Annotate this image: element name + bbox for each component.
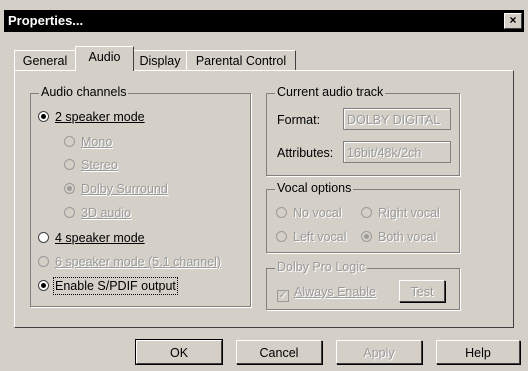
both-vocal-label: Both vocal <box>378 230 437 244</box>
vocal-options-group: Vocal options No vocal Right vocal Left … <box>266 181 460 253</box>
tab-parental-control[interactable]: Parental Control <box>186 50 296 71</box>
tab-audio[interactable]: Audio <box>75 46 134 71</box>
3d-audio-label: 3D audio <box>81 206 132 220</box>
left-vocal-label: Left vocal <box>293 230 347 244</box>
four-speaker-label: 4 speaker mode <box>55 231 145 245</box>
properties-dialog: Properties... × General Audio Display Pa… <box>0 0 528 371</box>
tab-general[interactable]: General <box>14 50 76 71</box>
current-track-group: Current audio track Format: DOLBY DIGITA… <box>266 85 460 176</box>
mono-label: Mono <box>81 135 113 149</box>
window-title: Properties... <box>8 13 84 28</box>
tab-display[interactable]: Display <box>133 50 187 71</box>
format-label: Format: <box>277 113 321 127</box>
audio-tab-panel: Audio channels 2 speaker mode Mono Stere… <box>14 70 514 328</box>
spdif-radio[interactable]: Enable S/PDIF output <box>38 277 178 295</box>
help-button[interactable]: Help <box>436 340 520 364</box>
no-vocal-label: No vocal <box>293 206 342 220</box>
always-enable-checkbox[interactable]: ✓ Always Enable <box>277 285 376 302</box>
radio-icon <box>276 231 287 242</box>
stereo-radio[interactable]: Stereo <box>64 157 118 173</box>
vocal-options-title: Vocal options <box>275 181 354 195</box>
radio-icon <box>361 207 372 218</box>
radio-selected-icon <box>38 111 49 122</box>
radio-icon <box>64 159 75 170</box>
mono-radio[interactable]: Mono <box>64 134 112 150</box>
radio-icon <box>64 136 75 147</box>
pro-logic-group: Dolby Pro Logic ✓ Always Enable Test <box>266 260 460 310</box>
test-button[interactable]: Test <box>399 280 445 302</box>
title-bar[interactable]: Properties... × <box>4 10 524 32</box>
radio-selected-icon <box>38 280 49 291</box>
dolby-surround-radio[interactable]: Dolby Surround <box>64 181 168 197</box>
spdif-label: Enable S/PDIF output <box>53 277 178 295</box>
current-track-title: Current audio track <box>275 85 386 99</box>
both-vocal-radio[interactable]: Both vocal <box>361 229 436 245</box>
left-vocal-radio[interactable]: Left vocal <box>276 229 347 245</box>
stereo-label: Stereo <box>81 158 118 172</box>
right-vocal-label: Right vocal <box>378 206 440 220</box>
always-enable-label: Always Enable <box>294 285 376 299</box>
six-speaker-radio[interactable]: 6 speaker mode (5.1 channel) <box>38 254 221 270</box>
close-button[interactable]: × <box>504 13 522 29</box>
cancel-button[interactable]: Cancel <box>236 340 322 364</box>
ok-button[interactable]: OK <box>135 339 223 365</box>
no-vocal-radio[interactable]: No vocal <box>276 205 342 221</box>
four-speaker-radio[interactable]: 4 speaker mode <box>38 230 145 246</box>
radio-selected-icon <box>361 231 372 242</box>
two-speaker-radio[interactable]: 2 speaker mode <box>38 109 145 125</box>
checkmark-icon: ✓ <box>277 290 289 302</box>
attributes-label: Attributes: <box>277 146 334 160</box>
six-speaker-label: 6 speaker mode (5.1 channel) <box>55 255 222 269</box>
radio-icon <box>38 232 49 243</box>
dolby-surround-label: Dolby Surround <box>81 182 168 196</box>
radio-icon <box>38 256 49 267</box>
attributes-field: 16bit/48k/2ch <box>343 141 451 163</box>
format-field: DOLBY DIGITAL <box>343 108 451 130</box>
radio-selected-icon <box>64 183 75 194</box>
right-vocal-radio[interactable]: Right vocal <box>361 205 440 221</box>
two-speaker-label: 2 speaker mode <box>55 110 145 124</box>
pro-logic-title: Dolby Pro Logic <box>275 260 368 274</box>
radio-icon <box>64 207 75 218</box>
audio-channels-group: Audio channels 2 speaker mode Mono Stere… <box>30 85 251 307</box>
apply-button[interactable]: Apply <box>336 340 422 364</box>
3d-audio-radio[interactable]: 3D audio <box>64 205 131 221</box>
audio-channels-title: Audio channels <box>39 85 129 99</box>
radio-icon <box>276 207 287 218</box>
